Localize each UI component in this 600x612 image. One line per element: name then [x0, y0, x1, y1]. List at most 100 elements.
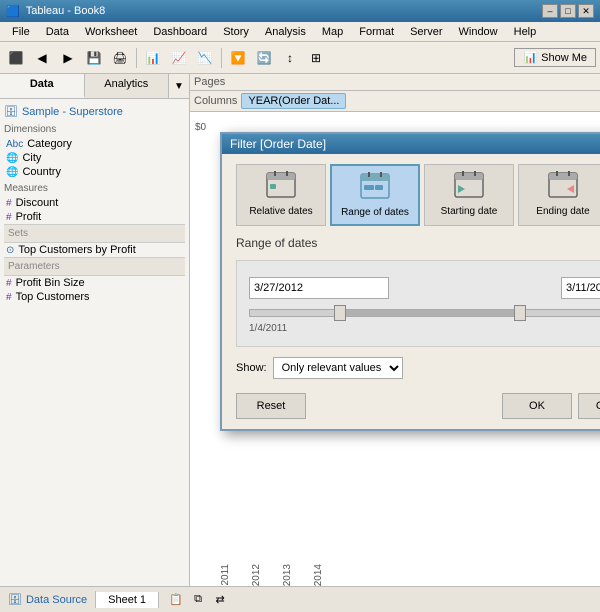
cancel-button[interactable]: Cancel	[578, 393, 600, 419]
save-button[interactable]: 💾	[82, 46, 106, 70]
chart-btn1[interactable]: 📊	[141, 46, 165, 70]
toolbar-sep1	[136, 48, 137, 68]
swap-button[interactable]: ⇄	[211, 591, 229, 609]
field-city[interactable]: 🌐 City	[4, 151, 185, 165]
field-icon-country: 🌐	[6, 167, 18, 178]
source-label: Sample - Superstore	[22, 106, 123, 118]
group-btn[interactable]: ⊞	[304, 46, 328, 70]
parameters-header: Parameters	[4, 257, 185, 276]
filter-tab-ending[interactable]: Ending date	[518, 164, 600, 226]
panel-content: 🗄 Sample - Superstore Dimensions Abc Cat…	[0, 99, 189, 586]
filter-tab-relative[interactable]: Relative dates	[236, 164, 326, 226]
bottom-bar: 🗄 Data Source Sheet 1 📋 ⧉ ⇄	[0, 586, 600, 612]
relative-tab-label: Relative dates	[249, 206, 312, 217]
date-start-input[interactable]	[249, 277, 389, 299]
chart-btn3[interactable]: 📉	[193, 46, 217, 70]
reset-button[interactable]: Reset	[236, 393, 306, 419]
tab-analytics[interactable]: Analytics	[85, 74, 170, 98]
field-category[interactable]: Abc Category	[4, 137, 185, 151]
year-pill[interactable]: YEAR(Order Dat...	[241, 93, 346, 109]
sheet1-label: Sheet 1	[108, 594, 146, 606]
bottom-icons: 📋 ⧉ ⇄	[159, 591, 237, 609]
menu-map[interactable]: Map	[314, 24, 351, 40]
ending-tab-icon	[547, 171, 579, 204]
menu-format[interactable]: Format	[351, 24, 402, 40]
date-end-input[interactable]	[561, 277, 600, 299]
duplicate-sheet-button[interactable]: ⧉	[189, 591, 207, 609]
field-icon-profit-bin: #	[6, 278, 12, 289]
menu-bar: File Data Worksheet Dashboard Story Anal…	[0, 22, 600, 42]
menu-help[interactable]: Help	[506, 24, 545, 40]
shelf-columns: Columns YEAR(Order Dat...	[190, 91, 600, 112]
range-tab-icon	[359, 172, 391, 205]
sort-btn[interactable]: ↕	[278, 46, 302, 70]
field-country[interactable]: 🌐 Country	[4, 165, 185, 179]
canvas-area: $0 2011 2012 2013 2014 Filter [Order Dat…	[190, 112, 600, 586]
forward-button[interactable]: ▶	[56, 46, 80, 70]
ending-tab-label: Ending date	[536, 206, 589, 217]
refresh-btn[interactable]: 🔄	[252, 46, 276, 70]
dialog-overlay: Filter [Order Date] ✕	[190, 112, 600, 586]
title-bar: 🟦 Tableau - Book8 – □ ✕	[0, 0, 600, 22]
field-top-customers-param[interactable]: # Top Customers	[4, 290, 185, 304]
slider-thumb-left[interactable]	[334, 305, 346, 321]
show-me-button[interactable]: 📊 Show Me	[514, 48, 596, 67]
data-source-tab[interactable]: 🗄 Data Source	[0, 591, 96, 608]
dialog-body: Relative dates	[222, 154, 600, 429]
field-profit[interactable]: # Profit	[4, 210, 185, 224]
close-button[interactable]: ✕	[578, 4, 594, 18]
menu-worksheet[interactable]: Worksheet	[77, 24, 145, 40]
show-select[interactable]: Only relevant values All values At least…	[273, 357, 403, 379]
slider-thumb-right[interactable]	[514, 305, 526, 321]
menu-story[interactable]: Story	[215, 24, 257, 40]
menu-data[interactable]: Data	[38, 24, 77, 40]
app-icon: 🟦	[6, 5, 20, 18]
date-bounds-row: 1/4/2011 12/31/2014	[249, 323, 600, 334]
field-icon-discount: #	[6, 198, 12, 209]
toolbar-sep2	[221, 48, 222, 68]
field-discount[interactable]: # Discount	[4, 196, 185, 210]
dialog-buttons: Reset OK Cancel Apply	[236, 389, 600, 419]
data-source-item[interactable]: 🗄 Sample - Superstore	[4, 103, 185, 120]
profit-bin-label: Profit Bin Size	[16, 277, 85, 289]
main-area: Data Analytics ▼ 🗄 Sample - Superstore D…	[0, 74, 600, 586]
date-inputs-row	[249, 277, 600, 299]
menu-file[interactable]: File	[4, 24, 38, 40]
panel-options-btn[interactable]: ▼	[169, 74, 189, 98]
filter-btn[interactable]: 🔽	[226, 46, 250, 70]
filter-tab-range[interactable]: Range of dates	[330, 164, 420, 226]
bound-min: 1/4/2011	[249, 323, 287, 334]
chart-btn2[interactable]: 📈	[167, 46, 191, 70]
show-label: Show:	[236, 362, 267, 374]
print-button[interactable]: 🖨	[108, 46, 132, 70]
sheet1-tab[interactable]: Sheet 1	[96, 592, 159, 608]
shelf-pages: Pages	[190, 74, 600, 91]
field-icon-category: Abc	[6, 139, 23, 150]
database-icon: 🗄	[4, 105, 18, 118]
new-button[interactable]: ⬛	[4, 46, 28, 70]
filter-tab-starting[interactable]: Starting date	[424, 164, 514, 226]
date-range-area: 1/4/2011 12/31/2014	[236, 260, 600, 347]
back-button[interactable]: ◀	[30, 46, 54, 70]
field-icon-profit: #	[6, 212, 12, 223]
minimize-button[interactable]: –	[542, 4, 558, 18]
menu-analysis[interactable]: Analysis	[257, 24, 314, 40]
add-sheet-button[interactable]: 📋	[167, 591, 185, 609]
field-profit-bin[interactable]: # Profit Bin Size	[4, 276, 185, 290]
field-icon-top-customers: ⊙	[6, 245, 14, 256]
relative-tab-icon	[265, 171, 297, 204]
pages-label: Pages	[194, 76, 225, 88]
filter-dialog: Filter [Order Date] ✕	[220, 132, 600, 431]
ok-button[interactable]: OK	[502, 393, 572, 419]
data-source-icon: 🗄	[8, 593, 22, 606]
field-top-customers[interactable]: ⊙ Top Customers by Profit	[4, 243, 185, 257]
show-me-label: Show Me	[541, 52, 587, 64]
menu-server[interactable]: Server	[402, 24, 450, 40]
maximize-button[interactable]: □	[560, 4, 576, 18]
starting-tab-icon	[453, 171, 485, 204]
filter-tabs: Relative dates	[236, 164, 600, 226]
top-customers-param-label: Top Customers	[16, 291, 90, 303]
menu-dashboard[interactable]: Dashboard	[145, 24, 215, 40]
menu-window[interactable]: Window	[451, 24, 506, 40]
tab-data[interactable]: Data	[0, 74, 85, 98]
